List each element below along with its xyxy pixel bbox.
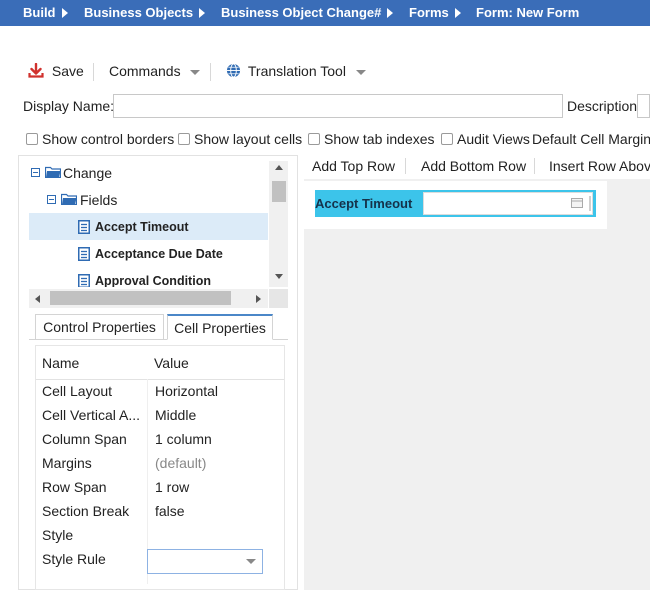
- tab-cell-properties[interactable]: Cell Properties: [167, 314, 273, 340]
- folder-icon: [45, 166, 61, 178]
- tree-item-acceptance-due-date[interactable]: Acceptance Due Date: [29, 240, 268, 267]
- chevron-down-icon[interactable]: [246, 559, 256, 564]
- breadcrumb-forms[interactable]: Forms: [409, 5, 449, 20]
- folder-icon: [61, 193, 77, 205]
- property-name: Section Break: [42, 503, 130, 519]
- property-value[interactable]: false: [155, 503, 185, 519]
- scrollbar-corner: [269, 289, 288, 308]
- property-value[interactable]: 1 row: [155, 479, 189, 495]
- show-layout-cells-checkbox[interactable]: [178, 133, 190, 145]
- breadcrumb-bar: Build Business Objects Business Object C…: [0, 0, 650, 26]
- tree-vertical-scrollbar[interactable]: [269, 161, 288, 287]
- show-tab-indexes-checkbox[interactable]: [308, 133, 320, 145]
- property-value[interactable]: Horizontal: [155, 383, 218, 399]
- toolbar-divider: [93, 63, 94, 81]
- commands-label: Commands: [109, 63, 181, 79]
- breadcrumb-separator-icon: [62, 8, 68, 18]
- toolbar-divider: [405, 158, 406, 174]
- add-bottom-row-button[interactable]: Add Bottom Row: [421, 158, 526, 174]
- toolbar-divider: [210, 63, 211, 81]
- tree-horizontal-scroll-thumb[interactable]: [50, 291, 231, 305]
- save-icon: [28, 62, 44, 78]
- breadcrumb-separator-icon: [455, 8, 461, 18]
- property-value[interactable]: (default): [155, 455, 206, 471]
- property-header-divider: [36, 379, 284, 380]
- property-name: Row Span: [42, 479, 107, 495]
- tree-node-change[interactable]: Change: [29, 159, 268, 186]
- property-value[interactable]: 1 column: [155, 431, 212, 447]
- breadcrumb-build[interactable]: Build: [23, 5, 56, 20]
- translation-tool-button[interactable]: Translation Tool: [226, 63, 366, 79]
- toolbar-divider: [534, 158, 535, 174]
- breadcrumb-separator-icon: [199, 8, 205, 18]
- field-edge: [589, 196, 591, 211]
- tree-item-label: Acceptance Due Date: [95, 247, 223, 261]
- show-control-borders-label: Show control borders: [42, 131, 175, 147]
- property-name: Column Span: [42, 431, 127, 447]
- tree-label-change: Change: [63, 165, 113, 181]
- scroll-down-icon[interactable]: [275, 274, 283, 279]
- display-name-input[interactable]: [113, 94, 563, 118]
- tree-item-accept-timeout[interactable]: Accept Timeout: [29, 213, 268, 240]
- breadcrumb-separator-icon: [387, 8, 393, 18]
- default-cell-margins-label[interactable]: Default Cell Margins: [532, 131, 650, 147]
- insert-row-above-button[interactable]: Insert Row Above: [549, 158, 650, 174]
- tab-control-properties[interactable]: Control Properties: [35, 314, 164, 340]
- breadcrumb-new-form[interactable]: Form: New Form: [476, 5, 579, 20]
- show-layout-cells-label: Show layout cells: [194, 131, 303, 147]
- property-name: Margins: [42, 455, 92, 471]
- collapse-icon[interactable]: [31, 168, 40, 177]
- display-name-label: Display Name:: [23, 98, 115, 114]
- add-top-row-button[interactable]: Add Top Row: [312, 158, 395, 174]
- tree-item-label: Accept Timeout: [95, 220, 189, 234]
- tree-node-fields[interactable]: Fields: [29, 186, 268, 213]
- translation-tool-label: Translation Tool: [247, 63, 346, 79]
- collapse-icon[interactable]: [47, 195, 56, 204]
- scroll-up-icon[interactable]: [275, 165, 283, 170]
- property-name: Cell Layout: [42, 383, 113, 399]
- description-input[interactable]: [637, 94, 650, 118]
- field-icon: [78, 274, 90, 287]
- tree-label-fields: Fields: [80, 192, 118, 208]
- show-tab-indexes-label: Show tab indexes: [324, 131, 435, 147]
- chevron-down-icon: [190, 69, 201, 75]
- calendar-icon[interactable]: [571, 198, 583, 208]
- property-value[interactable]: Middle: [155, 407, 196, 423]
- property-value-header: Value: [154, 355, 189, 371]
- chevron-down-icon: [355, 69, 366, 75]
- field-icon: [78, 220, 90, 234]
- tree-vertical-scroll-thumb[interactable]: [272, 181, 286, 202]
- accept-timeout-field[interactable]: [423, 192, 593, 215]
- cell-field-label: Accept Timeout: [315, 196, 413, 211]
- scroll-right-icon[interactable]: [256, 295, 261, 303]
- tree-item-approval-condition[interactable]: Approval Condition: [29, 267, 268, 287]
- description-label: Description:: [567, 98, 641, 114]
- selected-layout-cell[interactable]: Accept Timeout: [315, 190, 596, 217]
- breadcrumb-business-objects[interactable]: Business Objects: [84, 5, 193, 20]
- audit-views-checkbox[interactable]: [441, 133, 453, 145]
- commands-button[interactable]: Commands: [109, 63, 201, 79]
- style-rule-select[interactable]: [147, 549, 263, 574]
- audit-views-label: Audit Views: [457, 131, 530, 147]
- field-icon: [78, 247, 90, 261]
- property-name-header: Name: [42, 355, 80, 371]
- save-label: Save: [51, 63, 84, 79]
- breadcrumb-business-object-change[interactable]: Business Object Change#: [221, 5, 381, 20]
- globe-icon: [226, 63, 241, 78]
- scroll-left-icon[interactable]: [35, 295, 40, 303]
- show-control-borders-checkbox[interactable]: [26, 133, 38, 145]
- tree-item-label: Approval Condition: [95, 274, 211, 287]
- property-name: Style Rule: [42, 551, 106, 567]
- save-button[interactable]: Save: [28, 62, 84, 79]
- property-name: Cell Vertical A...: [42, 407, 141, 423]
- property-name: Style: [42, 527, 74, 543]
